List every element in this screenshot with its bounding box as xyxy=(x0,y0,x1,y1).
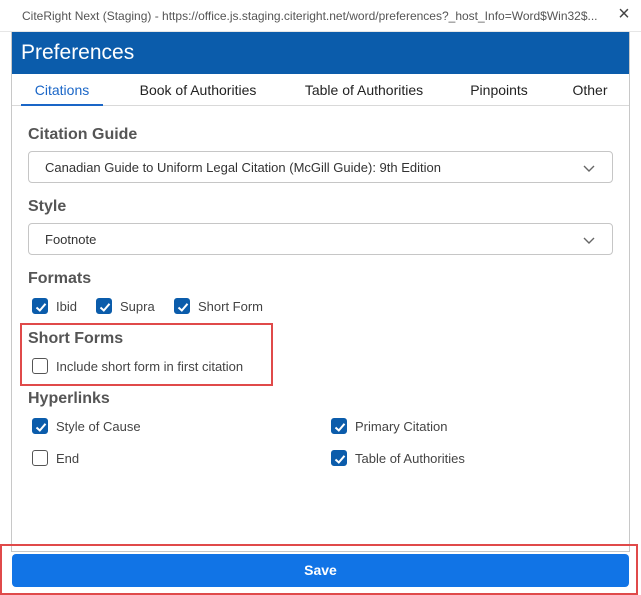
table-of-authorities-checkbox[interactable]: Table of Authorities xyxy=(331,450,465,466)
tab-bar: Citations Book of Authorities Table of A… xyxy=(12,74,629,106)
checkbox-checked-icon xyxy=(32,418,48,434)
style-select[interactable]: Footnote xyxy=(28,223,613,255)
style-label: Style xyxy=(28,198,67,215)
window-titlebar: CiteRight Next (Staging) - https://offic… xyxy=(0,0,641,32)
tab-book-of-authorities[interactable]: Book of Authorities xyxy=(128,74,268,106)
supra-label: Supra xyxy=(120,298,155,314)
dialog-frame xyxy=(11,32,630,552)
formats-label: Formats xyxy=(28,270,92,287)
checkbox-checked-icon xyxy=(174,298,190,314)
dialog-header: Preferences xyxy=(12,32,629,74)
style-of-cause-checkbox[interactable]: Style of Cause xyxy=(32,418,141,434)
hyperlinks-label: Hyperlinks xyxy=(28,390,110,407)
window-title: CiteRight Next (Staging) - https://offic… xyxy=(22,9,598,23)
short-form-label: Short Form xyxy=(198,298,264,314)
checkbox-checked-icon xyxy=(331,418,347,434)
citation-guide-label: Citation Guide xyxy=(28,126,138,143)
chevron-down-icon xyxy=(583,237,595,244)
tab-other[interactable]: Other xyxy=(565,74,615,106)
save-button[interactable]: Save xyxy=(12,554,629,587)
primary-citation-checkbox[interactable]: Primary Citation xyxy=(331,418,447,434)
page-title: Preferences xyxy=(21,41,135,64)
checkbox-checked-icon xyxy=(32,298,48,314)
close-icon[interactable]: × xyxy=(614,4,634,24)
checkbox-unchecked-icon xyxy=(32,450,48,466)
include-short-form-checkbox[interactable]: Include short form in first citation xyxy=(32,358,243,374)
chevron-down-icon xyxy=(583,165,595,172)
ibid-checkbox[interactable]: Ibid xyxy=(32,298,77,314)
citation-guide-select[interactable]: Canadian Guide to Uniform Legal Citation… xyxy=(28,151,613,183)
end-checkbox[interactable]: End xyxy=(32,450,79,466)
primary-citation-label: Primary Citation xyxy=(355,418,448,434)
style-of-cause-label: Style of Cause xyxy=(56,418,141,434)
tab-citations[interactable]: Citations xyxy=(21,74,103,106)
checkbox-unchecked-icon xyxy=(32,358,48,374)
tab-table-of-authorities[interactable]: Table of Authorities xyxy=(294,74,434,106)
end-label: End xyxy=(56,450,80,466)
include-short-form-label: Include short form in first citation xyxy=(56,358,244,374)
short-forms-label: Short Forms xyxy=(28,330,124,347)
short-form-checkbox[interactable]: Short Form xyxy=(174,298,263,314)
tab-pinpoints[interactable]: Pinpoints xyxy=(462,74,536,106)
table-of-authorities-label: Table of Authorities xyxy=(355,450,465,466)
supra-checkbox[interactable]: Supra xyxy=(96,298,155,314)
citation-guide-value: Canadian Guide to Uniform Legal Citation… xyxy=(45,160,441,175)
ibid-label: Ibid xyxy=(56,298,77,314)
style-value: Footnote xyxy=(45,232,97,247)
checkbox-checked-icon xyxy=(96,298,112,314)
checkbox-checked-icon xyxy=(331,450,347,466)
